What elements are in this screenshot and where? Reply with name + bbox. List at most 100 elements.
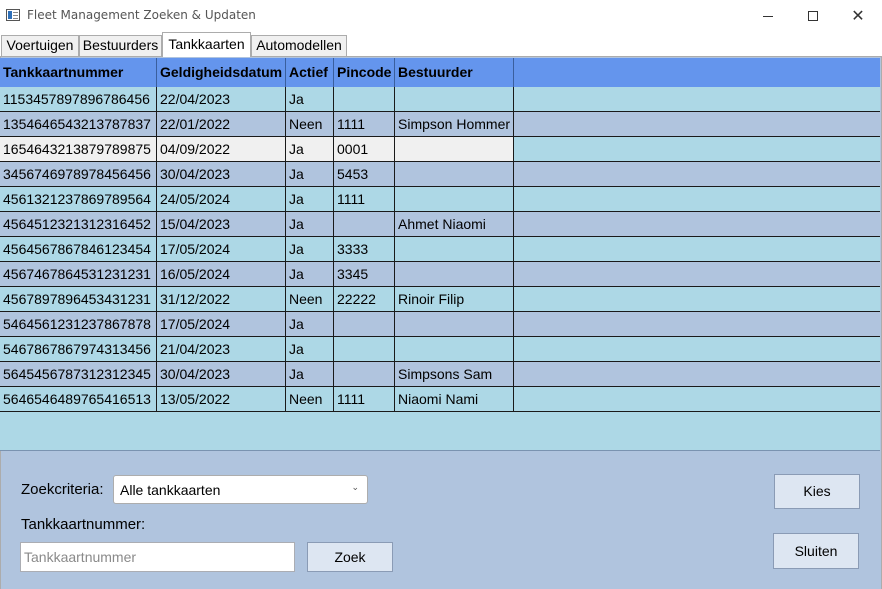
zoek-button[interactable]: Zoek — [307, 542, 393, 572]
cell-actief[interactable]: Ja — [286, 362, 334, 386]
cell-geldigheidsdatum[interactable]: 15/04/2023 — [157, 212, 286, 236]
cell-pincode[interactable]: 1111 — [334, 112, 395, 136]
table-row[interactable]: 3456746978978456456 30/04/2023 Ja 5453 — [0, 162, 880, 187]
minimize-button[interactable] — [745, 0, 791, 32]
table-row[interactable]: 4561321237869789564 24/05/2024 Ja 1111 — [0, 187, 880, 212]
tab-tankkaarten[interactable]: Tankkaarten — [162, 32, 251, 57]
cell-actief[interactable]: Ja — [286, 237, 334, 261]
table-row-selected[interactable]: 1654643213879789875 04/09/2022 Ja 0001 — [0, 137, 880, 162]
column-header-tankkaartnummer[interactable]: Tankkaartnummer — [0, 58, 157, 87]
cell-bestuurder[interactable] — [395, 87, 514, 111]
cell-geldigheidsdatum[interactable]: 13/05/2022 — [157, 387, 286, 411]
tab-bestuurders[interactable]: Bestuurders — [79, 35, 162, 56]
cell-bestuurder[interactable]: Simpsons Sam — [395, 362, 514, 386]
cell-bestuurder[interactable] — [395, 237, 514, 261]
cell-bestuurder[interactable]: Ahmet Niaomi — [395, 212, 514, 236]
zoekcriteria-dropdown[interactable]: Alle tankkaarten ⌄ — [113, 475, 368, 504]
table-row[interactable]: 4564567867846123454 17/05/2024 Ja 3333 — [0, 237, 880, 262]
cell-bestuurder[interactable] — [395, 262, 514, 286]
cell-tankkaartnummer[interactable]: 5645456787312312345 — [0, 362, 157, 386]
cell-bestuurder[interactable] — [395, 137, 514, 161]
cell-geldigheidsdatum[interactable]: 22/04/2023 — [157, 87, 286, 111]
chevron-down-icon: ⌄ — [351, 483, 359, 493]
table-row[interactable]: 5645456787312312345 30/04/2023 Ja Simpso… — [0, 362, 880, 387]
cell-geldigheidsdatum[interactable]: 17/05/2024 — [157, 312, 286, 336]
cell-pincode[interactable] — [334, 337, 395, 361]
maximize-button[interactable] — [790, 0, 836, 32]
cell-bestuurder[interactable] — [395, 187, 514, 211]
cell-actief[interactable]: Ja — [286, 337, 334, 361]
cell-tankkaartnummer[interactable]: 4564567867846123454 — [0, 237, 157, 261]
tankkaarten-grid[interactable]: Tankkaartnummer Geldigheidsdatum Actief … — [0, 58, 880, 451]
table-row[interactable]: 4564512321312316452 15/04/2023 Ja Ahmet … — [0, 212, 880, 237]
tankkaartnummer-input[interactable] — [21, 543, 294, 571]
cell-pincode[interactable]: 0001 — [334, 137, 395, 161]
cell-geldigheidsdatum[interactable]: 31/12/2022 — [157, 287, 286, 311]
kies-button[interactable]: Kies — [774, 474, 860, 509]
column-header-pincode[interactable]: Pincode — [334, 58, 395, 87]
cell-tankkaartnummer[interactable]: 1654643213879789875 — [0, 137, 157, 161]
cell-geldigheidsdatum[interactable]: 21/04/2023 — [157, 337, 286, 361]
cell-pincode[interactable]: 5453 — [334, 162, 395, 186]
cell-bestuurder[interactable] — [395, 337, 514, 361]
cell-bestuurder[interactable] — [395, 162, 514, 186]
cell-actief[interactable]: Ja — [286, 87, 334, 111]
cell-bestuurder[interactable]: Rinoir Filip — [395, 287, 514, 311]
cell-actief[interactable]: Ja — [286, 262, 334, 286]
cell-pincode[interactable] — [334, 362, 395, 386]
cell-bestuurder[interactable] — [395, 312, 514, 336]
cell-geldigheidsdatum[interactable]: 22/01/2022 — [157, 112, 286, 136]
column-header-bestuurder[interactable]: Bestuurder — [395, 58, 514, 87]
cell-bestuurder[interactable]: Niaomi Nami — [395, 387, 514, 411]
cell-tankkaartnummer[interactable]: 4567467864531231231 — [0, 262, 157, 286]
cell-geldigheidsdatum[interactable]: 30/04/2023 — [157, 162, 286, 186]
tab-automodellen[interactable]: Automodellen — [251, 35, 347, 56]
cell-actief[interactable]: Ja — [286, 312, 334, 336]
cell-tankkaartnummer[interactable]: 4561321237869789564 — [0, 187, 157, 211]
title-bar: Fleet Management Zoeken & Updaten ✕ — [0, 0, 882, 32]
cell-tankkaartnummer[interactable]: 5467867867974313456 — [0, 337, 157, 361]
tankkaartnummer-field-box — [20, 542, 295, 572]
cell-geldigheidsdatum[interactable]: 30/04/2023 — [157, 362, 286, 386]
cell-actief[interactable]: Ja — [286, 137, 334, 161]
cell-tankkaartnummer[interactable]: 5646546489765416513 — [0, 387, 157, 411]
cell-bestuurder[interactable]: Simpson Hommer — [395, 112, 514, 136]
table-row[interactable]: 4567897896453431231 31/12/2022 Neen 2222… — [0, 287, 880, 312]
cell-tankkaartnummer[interactable]: 3456746978978456456 — [0, 162, 157, 186]
cell-pincode[interactable]: 1111 — [334, 187, 395, 211]
cell-tankkaartnummer[interactable]: 1153457897896786456 — [0, 87, 157, 111]
table-row[interactable]: 1153457897896786456 22/04/2023 Ja — [0, 87, 880, 112]
cell-actief[interactable]: Neen — [286, 287, 334, 311]
cell-actief[interactable]: Neen — [286, 387, 334, 411]
cell-pincode[interactable]: 22222 — [334, 287, 395, 311]
cell-geldigheidsdatum[interactable]: 04/09/2022 — [157, 137, 286, 161]
table-row[interactable]: 4567467864531231231 16/05/2024 Ja 3345 — [0, 262, 880, 287]
cell-tankkaartnummer[interactable]: 1354646543213787837 — [0, 112, 157, 136]
cell-actief[interactable]: Ja — [286, 212, 334, 236]
cell-pincode[interactable] — [334, 312, 395, 336]
cell-tankkaartnummer[interactable]: 5464561231237867878 — [0, 312, 157, 336]
close-button[interactable]: ✕ — [835, 0, 881, 32]
table-row[interactable]: 5467867867974313456 21/04/2023 Ja — [0, 337, 880, 362]
cell-actief[interactable]: Ja — [286, 162, 334, 186]
cell-geldigheidsdatum[interactable]: 16/05/2024 — [157, 262, 286, 286]
cell-pincode[interactable] — [334, 212, 395, 236]
cell-geldigheidsdatum[interactable]: 17/05/2024 — [157, 237, 286, 261]
tab-voertuigen[interactable]: Voertuigen — [1, 35, 79, 56]
cell-actief[interactable]: Ja — [286, 187, 334, 211]
cell-geldigheidsdatum[interactable]: 24/05/2024 — [157, 187, 286, 211]
table-row[interactable]: 5464561231237867878 17/05/2024 Ja — [0, 312, 880, 337]
cell-pincode[interactable] — [334, 87, 395, 111]
cell-pincode[interactable]: 1111 — [334, 387, 395, 411]
close-icon: ✕ — [851, 6, 865, 25]
cell-pincode[interactable]: 3333 — [334, 237, 395, 261]
cell-tankkaartnummer[interactable]: 4567897896453431231 — [0, 287, 157, 311]
cell-tankkaartnummer[interactable]: 4564512321312316452 — [0, 212, 157, 236]
cell-actief[interactable]: Neen — [286, 112, 334, 136]
table-row[interactable]: 5646546489765416513 13/05/2022 Neen 1111… — [0, 387, 880, 412]
table-row[interactable]: 1354646543213787837 22/01/2022 Neen 1111… — [0, 112, 880, 137]
column-header-geldigheidsdatum[interactable]: Geldigheidsdatum — [157, 58, 286, 87]
sluiten-button[interactable]: Sluiten — [773, 533, 859, 569]
column-header-actief[interactable]: Actief — [286, 58, 334, 87]
cell-pincode[interactable]: 3345 — [334, 262, 395, 286]
